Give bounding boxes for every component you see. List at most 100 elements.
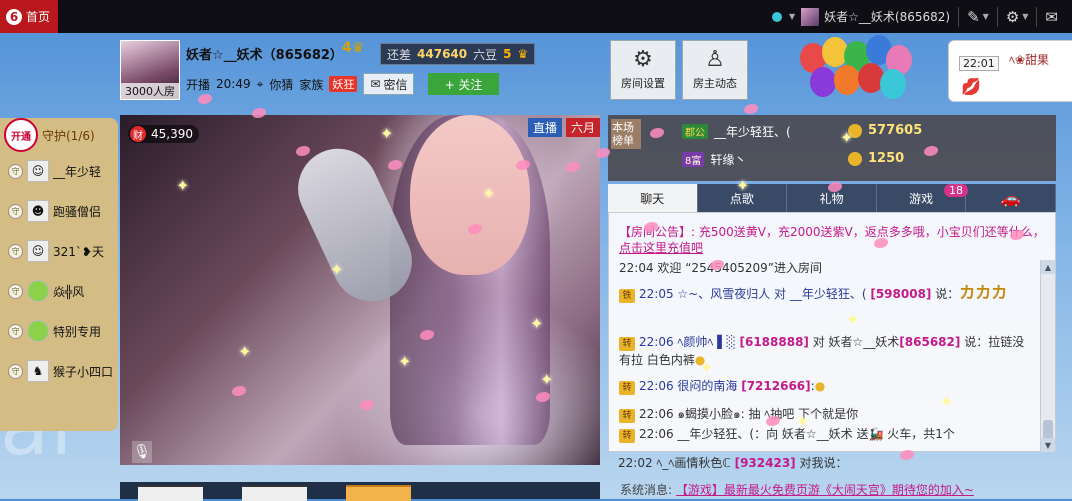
chat-line: 转 22:06 ﾍ颜帅ﾍ ▌░ [6188888] 对 妖者☆__妖术[86568… — [619, 333, 1024, 351]
guard-item[interactable]: 守 焱╬风 — [8, 278, 116, 304]
divider — [996, 6, 998, 27]
family-tag[interactable]: 妖狂 — [329, 76, 358, 92]
user-id-link[interactable]: [7212666] — [741, 379, 810, 393]
guard-name: 猴子小四口 — [53, 364, 114, 379]
scroll-thumb[interactable] — [1043, 420, 1053, 440]
guard-item[interactable]: 守 ♞ 猴子小四口 — [8, 358, 116, 384]
chat-text: 有拉 白色内裤 — [619, 353, 695, 367]
rank-tag: 8富 — [682, 152, 705, 167]
host-feed-button[interactable]: ♙ 房主动态 — [682, 40, 748, 100]
cash-icon: 财 — [130, 126, 146, 142]
chat-emote-text: カカカ — [959, 283, 1008, 302]
crown-icon: ♛ — [517, 47, 529, 61]
chat-scrollbar[interactable]: ▲ ▼ — [1040, 260, 1055, 452]
chat-line: 转 22:06 很闷的南海 [7212666]:● — [619, 377, 825, 395]
system-message: 系统消息: 【游戏】最新最火免费页游《大闹天宫》期待您的加入~ — [620, 481, 974, 498]
anchor-meta: 开播 20:49 ⌖ 你猜 家族 妖狂 ✉ 密信 — [186, 73, 415, 95]
announcement-line: 【房间公告】: 充500送黄V，充2000送紫V，返点多多哦，小宝贝们还等什么， — [619, 223, 1045, 240]
envelope-icon: ✉ — [370, 77, 381, 91]
chat-line: 有拉 白色内裤● — [619, 351, 705, 368]
anchor-name: 妖者☆__妖术（865682） — [186, 48, 343, 63]
chat-text: 22:02 ﾍ_ﾍ画情秋色ℂ — [618, 456, 735, 470]
rank-name: 轩缘丶 — [710, 153, 747, 167]
start-label: 开播 — [186, 77, 211, 92]
chat-line: 转 22:06 __年少轻狂、(：向 妖者☆__妖术 送🚂 火车，共1个 — [619, 425, 955, 443]
room-settings-button[interactable]: ⚙ 房间设置 — [610, 40, 676, 100]
rank-board: 本场榜单 郡公 __年少轻狂、( 577605 8富 轩缘丶 1250 — [608, 115, 1056, 181]
crown-icon: ♛ — [351, 40, 365, 56]
home-tab[interactable]: 6 首页 — [0, 0, 58, 33]
user-id-link[interactable]: [932423] — [735, 456, 796, 470]
host-feed-label: 房主动态 — [693, 77, 737, 90]
location-text: 你猜 — [269, 77, 294, 92]
car-count-badge: 18 — [944, 184, 968, 197]
announcement-link[interactable]: 点击这里充值吧 — [619, 241, 703, 255]
chat-text: 说： — [931, 287, 960, 301]
gap-value: 447640 — [417, 47, 468, 61]
guard-avatar — [27, 320, 49, 342]
rank-label: 本场榜单 — [611, 119, 641, 149]
gear-icon: ⚙ — [633, 47, 653, 72]
fan-badge-icon: 转 — [619, 337, 635, 351]
emoji-icon: ● — [814, 379, 826, 393]
private-message-label: 密信 — [383, 77, 408, 92]
guard-avatar: ☺ — [27, 240, 49, 262]
private-message-button[interactable]: ✉ 密信 — [363, 73, 415, 95]
crown-level-num: 4 — [342, 40, 352, 56]
user-avatar[interactable] — [801, 7, 820, 26]
system-link[interactable]: 【游戏】最新最火免费页游《大闹天宫》期待您的加入~ — [676, 483, 974, 497]
chevron-down-icon[interactable]: ▼ — [1022, 12, 1028, 21]
announcement-text: 【房间公告】: 充500送黄V，充2000送紫V，返点多多哦，小宝贝们还等什么， — [619, 225, 1045, 239]
tab-chat[interactable]: 聊天 — [608, 184, 698, 212]
guard-badge-icon: 守 — [8, 243, 23, 259]
chat-text: 22:05 ☆~、风雪夜归人 对 __年少轻狂、( — [639, 287, 871, 301]
guard-item[interactable]: 守 ☻ 跑骚僧侣 — [8, 198, 116, 224]
user-id-link[interactable]: [598008] — [870, 287, 931, 301]
chat-text: 22:06 ﾍ颜帅ﾍ ▌░ — [639, 335, 740, 349]
level-gap-box: 还差 447640 六豆 5 ♛ — [380, 43, 536, 65]
chat-text: 22:06 ๑蝎摸小脸๑: 抽 ﾍ抽吧 下个就是你 — [639, 407, 859, 421]
guard-item[interactable]: 守 ☺ 321`❥天 — [8, 238, 116, 264]
guard-badge-icon: 守 — [8, 203, 23, 219]
follow-button[interactable]: + 关注 — [428, 73, 499, 95]
chevron-down-icon[interactable]: ▼ — [789, 12, 795, 21]
gear-icon[interactable]: ⚙ — [1006, 8, 1019, 26]
edit-icon[interactable]: ✎ — [967, 8, 980, 26]
rank-row[interactable]: 8富 轩缘丶 — [682, 151, 746, 168]
rank-coin-value: 1250 — [868, 151, 905, 166]
anchor-avatar[interactable]: 3000人房 — [120, 40, 180, 100]
guard-panel: 开通 守护(1/6) 守 ☺ __年少轻 守 ☻ 跑骚僧侣 守 ☺ 321`❥天 守焱╬风 … — [0, 118, 118, 431]
system-label: 系统消息: — [620, 483, 673, 497]
gap-unit: 六豆 — [473, 47, 498, 62]
guard-badge-icon: 守 — [8, 363, 23, 379]
open-guard-button[interactable]: 开通 — [4, 118, 38, 152]
user-icon: ♙ — [705, 47, 725, 72]
guard-name: 321`❥天 — [53, 244, 104, 259]
mail-icon[interactable]: ✉ — [1045, 8, 1058, 26]
start-time: 20:49 — [216, 77, 251, 91]
guard-item[interactable]: 守 特别专用 — [8, 318, 116, 344]
location-pin-icon: ⌖ — [256, 76, 264, 91]
rank-coin-value: 577605 — [868, 123, 923, 138]
user-id-link[interactable]: [865682] — [899, 335, 960, 349]
announcement-link-line: 点击这里充值吧 — [619, 239, 703, 256]
guard-item[interactable]: 守 ☺ __年少轻 — [8, 158, 116, 184]
rank-row[interactable]: 郡公 __年少轻狂、( — [682, 123, 791, 140]
crown-level: 4♛ — [342, 40, 364, 56]
top-user-name[interactable]: 妖者☆__妖术(865682) — [824, 8, 950, 25]
notification-bubble[interactable]: 22:01 ﾍ❀甜果 💋 — [948, 40, 1072, 102]
rank-name: __年少轻狂、( — [714, 125, 791, 139]
scroll-up-icon[interactable]: ▲ — [1041, 260, 1055, 274]
scroll-down-icon[interactable]: ▼ — [1041, 438, 1055, 452]
top-bar: 6 首页 ▼ 妖者☆__妖术(865682) ✎ ▼ ⚙ ▼ ✉ — [0, 0, 1072, 33]
chat-text: 22:06 很闷的南海 — [639, 379, 742, 393]
chevron-down-icon[interactable]: ▼ — [983, 12, 989, 21]
chat-text: 对 妖者☆__妖术 — [808, 335, 900, 349]
live-tag-month: 六月 — [566, 118, 601, 137]
user-id-link[interactable]: [6188888] — [739, 335, 808, 349]
tab-car[interactable]: 🚗 — [966, 184, 1056, 212]
room-count: 3000人房 — [121, 83, 179, 99]
divider — [1036, 6, 1038, 27]
microphone-icon[interactable]: 🎙 — [132, 441, 152, 463]
notify-text: ﾍ❀甜果 — [1009, 53, 1050, 67]
